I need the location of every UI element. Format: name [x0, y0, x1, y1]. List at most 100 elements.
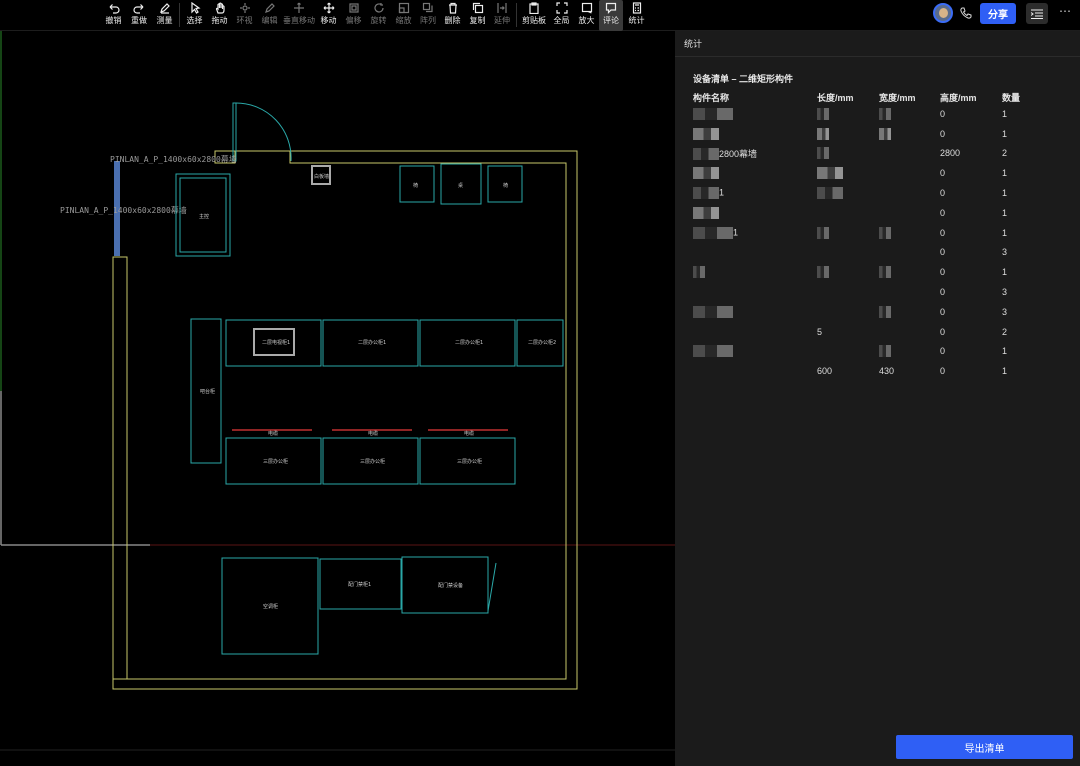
- cell-width: [879, 223, 940, 243]
- cell-width: [879, 322, 940, 342]
- clipboard-icon: [528, 2, 540, 15]
- equipment-table: 构件名称 长度/mm 宽度/mm 高度/mm 数量 0 1 0 1 2800幕墙 2800…: [693, 91, 1032, 381]
- table-row: 03: [693, 282, 1032, 302]
- tool-label: 环视: [236, 16, 253, 25]
- cell-text: 1: [1002, 108, 1008, 119]
- export-list-button[interactable]: 导出清单: [896, 735, 1073, 759]
- phone-icon[interactable]: [959, 6, 973, 20]
- tool-copy-button[interactable]: 复制: [465, 0, 490, 31]
- tool-label: 编辑: [261, 16, 278, 25]
- tool-comment-button[interactable]: 评论: [599, 0, 623, 31]
- cell-name: 1: [693, 223, 817, 243]
- cell-text: 1: [1002, 188, 1008, 199]
- cell-text: 0: [940, 366, 946, 377]
- wall-label-left: PINLAN_A_P_1400x60x2800幕墙: [60, 205, 187, 215]
- tool-move-button[interactable]: 移动: [316, 0, 341, 31]
- move-icon: [323, 2, 335, 15]
- cell-name: 1: [693, 183, 817, 203]
- tool-label: 旋转: [370, 16, 387, 25]
- tool-extend-button[interactable]: 延伸: [490, 0, 514, 31]
- tool-label: 缩放: [395, 16, 412, 25]
- table-row: 01: [693, 203, 1032, 223]
- cell-length: [817, 243, 879, 263]
- tool-zoomin-button[interactable]: 放大: [574, 0, 599, 31]
- tool-label: 撤销: [105, 16, 122, 25]
- bottom-right-label: 配门禁设备: [438, 582, 463, 589]
- cell-text: 1: [719, 187, 725, 198]
- table-row: 01: [693, 342, 1032, 362]
- panel-toggle-button[interactable]: [1026, 3, 1048, 24]
- tool-vmove-button[interactable]: 垂直移动: [282, 0, 316, 31]
- wall-label-top: PINLAN_A_P_1400x60x2800幕墙: [110, 154, 237, 164]
- table-label: 桌: [458, 182, 463, 189]
- tool-stats-button[interactable]: 统计: [623, 0, 650, 31]
- cell-length: [817, 342, 879, 362]
- tool-undo-button[interactable]: 撤销: [101, 0, 126, 31]
- trash-icon: [447, 2, 459, 15]
- tool-measure-button[interactable]: 测量: [152, 0, 177, 31]
- tool-select-button[interactable]: 选择: [182, 0, 207, 31]
- desk-r1-label-2: 二层办公柜1: [455, 339, 483, 346]
- cell-text: 3: [1002, 287, 1008, 298]
- tool-delete-button[interactable]: 删除: [440, 0, 465, 31]
- cell-text: 1: [1002, 227, 1008, 238]
- redacted-block: [879, 266, 891, 279]
- tool-label: 偏移: [345, 16, 362, 25]
- table-row: 2800幕墙 2800 2: [693, 144, 1032, 164]
- tool-orbit-button[interactable]: 环视: [232, 0, 257, 31]
- cell-width: [879, 124, 940, 144]
- cell-text: 0: [940, 188, 946, 199]
- tool-rotate-button[interactable]: 旋转: [366, 0, 391, 31]
- cell-height: 0: [940, 361, 1002, 381]
- cell-length: 600: [817, 361, 879, 381]
- redacted-block: [879, 305, 891, 318]
- cell-text: 2: [1002, 326, 1008, 337]
- cell-text: 0: [940, 346, 946, 357]
- more-icon[interactable]: ⋯: [1058, 4, 1072, 20]
- cell-qty: 1: [1002, 163, 1032, 183]
- cell-text: 0: [940, 207, 946, 218]
- comment-icon: [605, 2, 617, 15]
- cell-name: [693, 322, 817, 342]
- table-row: 01: [693, 163, 1032, 183]
- cell-length: [817, 183, 879, 203]
- cell-height: 0: [940, 322, 1002, 342]
- calculator-icon: [631, 2, 643, 15]
- tool-array-button[interactable]: 阵列: [416, 0, 440, 31]
- redacted-block: [817, 127, 829, 140]
- cell-height: 0: [940, 124, 1002, 144]
- redacted-block: [817, 187, 843, 200]
- cell-text: 1: [733, 227, 739, 238]
- user-avatar[interactable]: [933, 3, 953, 23]
- pen-icon: [159, 2, 171, 15]
- toolbar-separator: [516, 3, 517, 27]
- tool-redo-button[interactable]: 重做: [126, 0, 152, 31]
- zoom-icon: [581, 2, 593, 15]
- cad-canvas[interactable]: PINLAN_A_P_1400x60x2800幕墙 PINLAN_A_P_140…: [0, 31, 675, 766]
- cell-text: 1: [1002, 366, 1008, 377]
- cell-width: [879, 342, 940, 362]
- cell-text: 1: [1002, 207, 1008, 218]
- tool-clipboard-button[interactable]: 剪贴板: [519, 0, 549, 31]
- tool-scale-button[interactable]: 缩放: [391, 0, 416, 31]
- cell-name: [693, 203, 817, 223]
- desk-r1-label-3: 二层办公柜2: [528, 339, 556, 346]
- floor-plan-drawing: PINLAN_A_P_1400x60x2800幕墙 PINLAN_A_P_140…: [0, 31, 675, 751]
- tool-label: 全局: [553, 16, 570, 25]
- cell-name: 2800幕墙: [693, 144, 817, 164]
- cell-text: 2800幕墙: [719, 148, 758, 159]
- cell-qty: 3: [1002, 243, 1032, 263]
- share-button[interactable]: 分享: [980, 3, 1016, 24]
- list-title: 设备清单 – 二维矩形构件: [693, 74, 794, 84]
- cell-text: 0: [940, 326, 946, 337]
- tool-edit-button[interactable]: 编辑: [257, 0, 282, 31]
- cell-height: 0: [940, 262, 1002, 282]
- tool-offset-button[interactable]: 偏移: [341, 0, 366, 31]
- cell-length: [817, 262, 879, 282]
- cell-width: 430: [879, 361, 940, 381]
- tool-fullview-button[interactable]: 全局: [549, 0, 574, 31]
- cell-width: [879, 243, 940, 263]
- cell-width: [879, 144, 940, 164]
- table-row: 600 430 0 1: [693, 361, 1032, 381]
- tool-drag-button[interactable]: 拖动: [207, 0, 232, 31]
